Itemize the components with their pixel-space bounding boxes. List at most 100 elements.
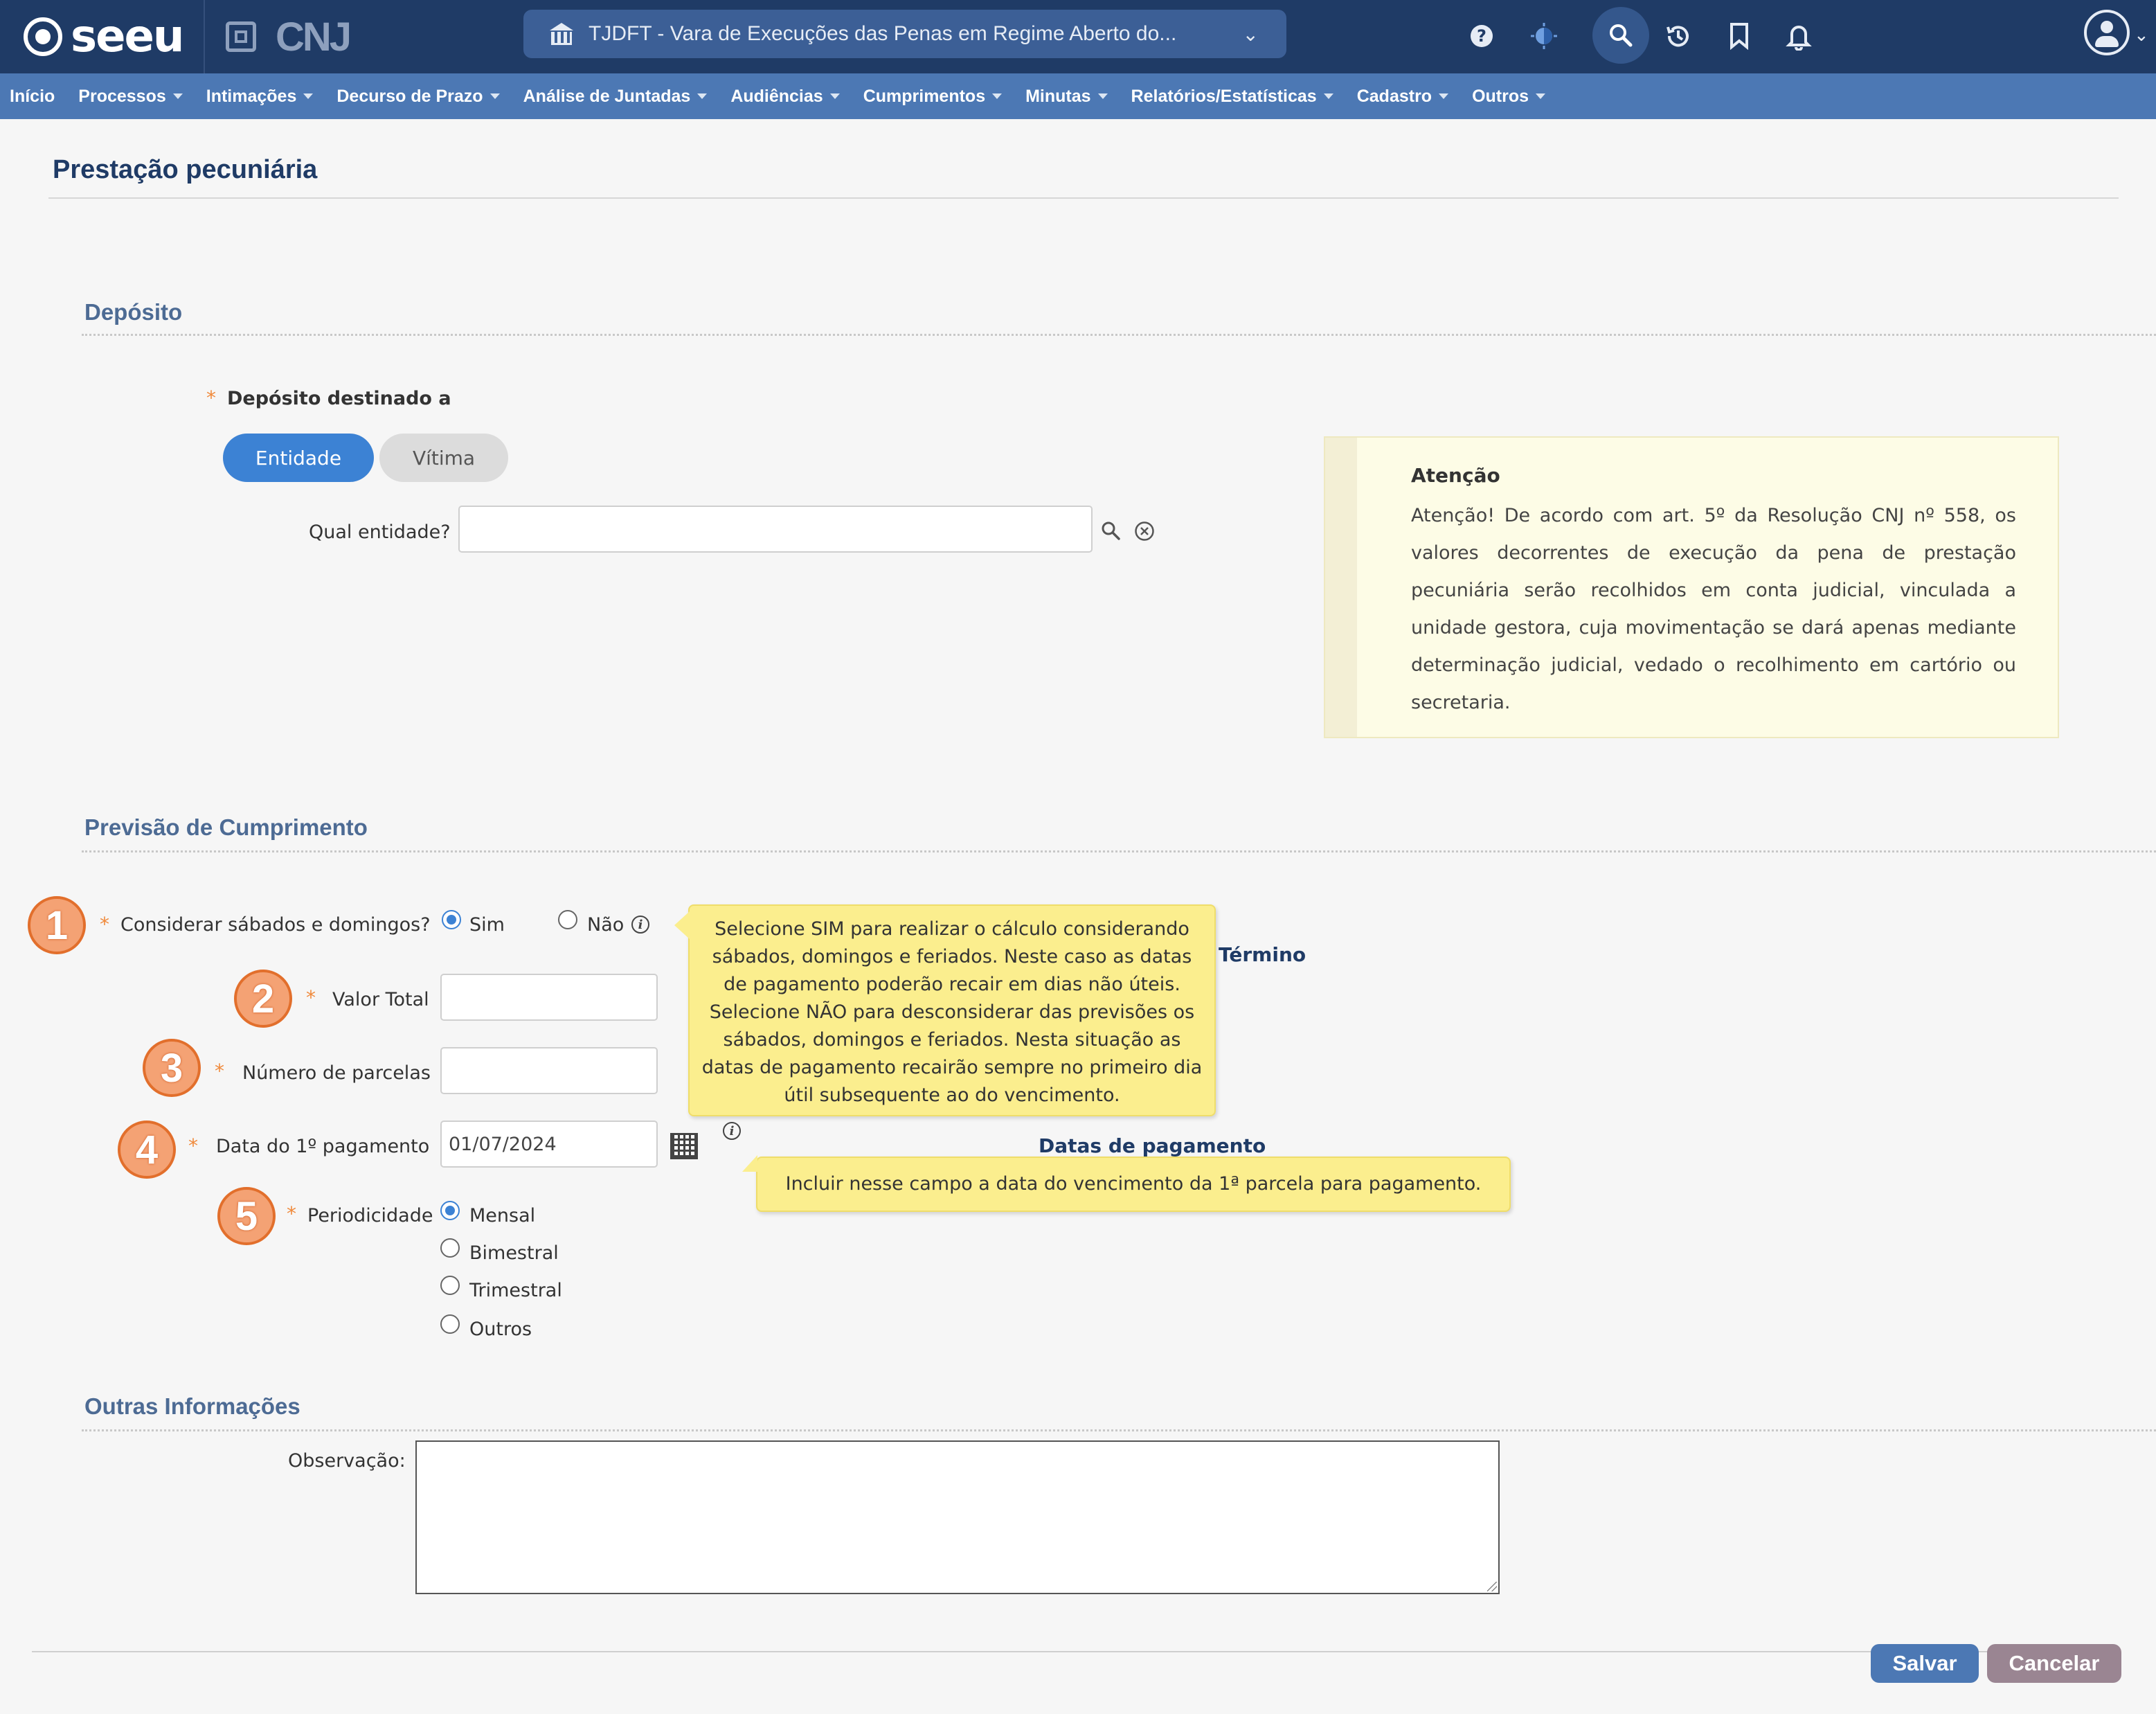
menu-item-intimacoes[interactable]: Intimações [206, 87, 314, 107]
menu-item-label: Análise de Juntadas [523, 86, 691, 106]
radio-bimestral[interactable] [440, 1238, 460, 1258]
menu-item-decurso-de-prazo[interactable]: Decurso de Prazo [336, 87, 500, 107]
tooltip-line: útil subsequente ao do vencimento. [784, 1084, 1120, 1106]
section-divider [82, 1429, 2156, 1431]
caret-down-icon [697, 93, 708, 99]
cnj-logo: CNJ [226, 12, 352, 61]
notifications-icon[interactable] [1778, 15, 1820, 57]
calendar-icon[interactable] [670, 1133, 698, 1159]
valor-total-input[interactable] [440, 974, 658, 1021]
section-title-outras: Outras Informações [84, 1393, 300, 1419]
menu-item-minutas[interactable]: Minutas [1025, 87, 1108, 107]
step-badge-5: 5 [217, 1187, 276, 1245]
qual-entidade-label: Qual entidade? [309, 521, 451, 543]
save-button[interactable]: Salvar [1871, 1644, 1979, 1683]
attention-title: Atenção [1411, 464, 1500, 487]
step-badge-1: 1 [28, 896, 86, 954]
caret-down-icon [1439, 93, 1449, 99]
footer-divider [32, 1651, 2081, 1652]
radio-mensal-label: Mensal [469, 1205, 536, 1226]
court-selector-label: TJDFT - Vara de Execuções das Penas em R… [589, 22, 1177, 45]
search-button[interactable] [1592, 7, 1649, 64]
caret-down-icon [1097, 93, 1108, 99]
step-badge-4: 4 [118, 1121, 176, 1179]
radio-outros[interactable] [440, 1314, 460, 1334]
radio-sim[interactable] [442, 910, 461, 929]
caret-down-icon [303, 93, 314, 99]
radio-nao[interactable] [558, 910, 577, 929]
attention-box: Atenção Atenção! De acordo com art. 5º d… [1324, 436, 2059, 738]
section-title-deposito: Depósito [84, 299, 183, 325]
radio-mensal[interactable] [440, 1201, 460, 1220]
required-mark: * [100, 913, 109, 936]
caret-down-icon [1323, 93, 1333, 99]
numero-parcelas-input[interactable] [440, 1047, 658, 1094]
menu-item-label: Processos [78, 86, 166, 106]
menu-item-label: Início [10, 86, 55, 106]
seeu-logo-icon [24, 17, 62, 56]
info-icon[interactable]: i [723, 1122, 741, 1140]
datas-pagamento-heading: Datas de pagamento [1039, 1134, 1266, 1157]
menu-item-processos[interactable]: Processos [78, 86, 183, 107]
observacao-label: Observação: [288, 1450, 406, 1472]
search-icon [1610, 24, 1633, 47]
toggle-vitima-button[interactable]: Vítima [379, 434, 508, 482]
radio-nao-label: Não [587, 914, 625, 936]
menu-item-label: Cadastro [1356, 86, 1432, 106]
radio-sim-label: Sim [469, 914, 505, 936]
tooltip-weekend: Selecione SIM para realizar o cálculo co… [674, 904, 1216, 1116]
caret-down-icon [489, 93, 500, 99]
menu-item-cumprimentos[interactable]: Cumprimentos [863, 86, 1003, 107]
menu-item-relatorios-estatisticas[interactable]: Relatórios/Estatísticas [1131, 87, 1333, 107]
caret-down-icon [992, 93, 1003, 99]
entidade-input[interactable] [458, 506, 1093, 553]
history-icon[interactable] [1658, 15, 1699, 57]
main-menu: Início Processos Intimações Decurso de Praz… [0, 73, 2156, 119]
search-entidade-icon[interactable] [1101, 521, 1120, 543]
tooltip-line: de pagamento poderão recair em dias não … [724, 974, 1180, 995]
menu-item-cadastro[interactable]: Cadastro [1356, 86, 1449, 107]
step-badge-2: 2 [234, 970, 292, 1028]
section-divider [82, 850, 2156, 852]
help-icon[interactable]: ? [1461, 15, 1502, 57]
considerar-label: Considerar sábados e domingos? [120, 914, 431, 936]
seeu-logo[interactable]: seeu [24, 10, 184, 64]
deposito-destinado-label: Depósito destinado a [227, 388, 451, 409]
caret-down-icon [829, 93, 840, 99]
title-divider [48, 197, 2119, 199]
numero-parcelas-label: Número de parcelas [242, 1062, 431, 1084]
chevron-down-icon: ⌄ [1242, 23, 1259, 45]
periodicidade-label: Periodicidade [307, 1205, 433, 1226]
required-mark: * [206, 386, 216, 409]
bookmark-icon[interactable] [1718, 15, 1760, 57]
menu-item-audiencias[interactable]: Audiências [730, 86, 840, 107]
cnj-logo-text: CNJ [276, 14, 352, 60]
menu-item-label: Cumprimentos [863, 86, 986, 106]
data-pagamento-input[interactable]: 01/07/2024 [440, 1121, 658, 1168]
court-building-icon [550, 23, 573, 45]
required-mark: * [188, 1134, 198, 1157]
user-icon[interactable] [2084, 10, 2130, 55]
clear-entidade-icon[interactable] [1134, 521, 1155, 544]
caret-down-icon [172, 93, 183, 99]
info-icon[interactable]: i [631, 916, 649, 934]
menu-item-label: Audiências [730, 86, 823, 106]
tooltip-line: datas de pagamento recairão sempre no pr… [701, 1057, 1203, 1078]
step-badge-3: 3 [143, 1039, 201, 1097]
seeu-logo-text: seeu [71, 11, 184, 62]
radio-trimestral[interactable] [440, 1276, 460, 1295]
observacao-textarea[interactable] [415, 1440, 1500, 1594]
menu-item-outros[interactable]: Outros [1472, 87, 1546, 107]
court-selector[interactable]: TJDFT - Vara de Execuções das Penas em R… [523, 10, 1286, 58]
theme-icon[interactable] [1523, 15, 1565, 57]
user-menu-chevron-icon[interactable]: ⌄ [2134, 25, 2149, 46]
tooltip-line: Selecione SIM para realizar o cálculo co… [715, 918, 1189, 940]
toggle-entidade-button[interactable]: Entidade [223, 434, 374, 482]
menu-item-label: Relatórios/Estatísticas [1131, 86, 1317, 106]
tooltip-date: Incluir nesse campo a data do vencimento… [742, 1155, 1511, 1212]
menu-item-inicio[interactable]: Início [10, 87, 55, 107]
menu-item-analise-de-juntadas[interactable]: Análise de Juntadas [523, 87, 708, 107]
cancel-button[interactable]: Cancelar [1987, 1644, 2121, 1683]
section-divider [82, 334, 2156, 336]
required-mark: * [306, 986, 316, 1009]
